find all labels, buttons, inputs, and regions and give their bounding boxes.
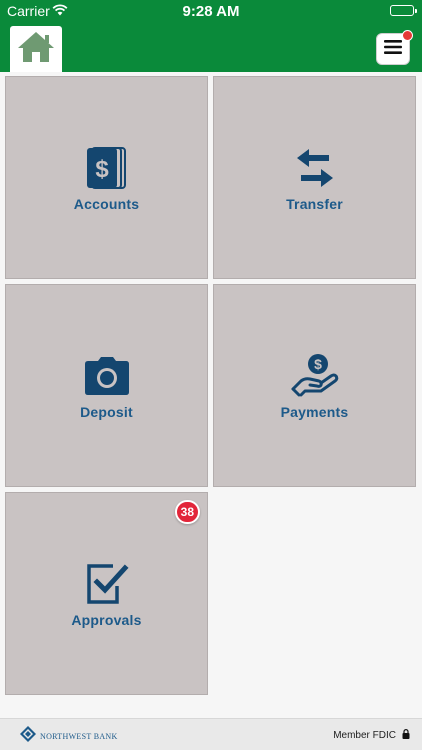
transfer-label: Transfer xyxy=(286,195,343,212)
checkbox-approval-icon xyxy=(83,560,131,608)
hamburger-menu-icon xyxy=(384,39,402,60)
app-header: Carrier 9:28 AM xyxy=(0,0,422,72)
menu-button[interactable] xyxy=(376,30,413,65)
accounts-label: Accounts xyxy=(73,195,140,212)
accounts-dollar-cards-icon: $ xyxy=(83,144,131,192)
fdic-label: Member FDIC xyxy=(333,730,396,741)
status-time: 9:28 AM xyxy=(182,3,240,20)
deposit-label: Deposit xyxy=(80,403,133,420)
transfer-tile[interactable]: Transfer xyxy=(213,76,416,279)
footer: NORTHWEST BANK Member FDIC xyxy=(0,718,422,750)
payments-label: Payments xyxy=(280,403,349,420)
home-icon xyxy=(16,30,56,69)
transfer-arrows-icon xyxy=(291,144,339,192)
approvals-count-badge: 38 xyxy=(174,500,200,524)
status-bar: Carrier 9:28 AM xyxy=(0,0,422,22)
battery-icon xyxy=(390,5,417,16)
northwest-bank-logo-icon xyxy=(20,726,36,747)
approvals-label: Approvals xyxy=(71,611,142,628)
hand-dollar-icon: $ xyxy=(291,352,339,400)
svg-text:$: $ xyxy=(95,156,109,183)
notification-dot xyxy=(402,30,413,41)
deposit-tile[interactable]: Deposit xyxy=(5,284,208,487)
svg-text:$: $ xyxy=(314,356,322,372)
bank-logo: NORTHWEST BANK xyxy=(20,726,118,747)
home-button[interactable] xyxy=(10,26,62,72)
lock-icon xyxy=(402,729,410,742)
camera-icon xyxy=(83,352,131,400)
bank-name: NORTHWEST BANK xyxy=(40,732,118,741)
approvals-tile[interactable]: 38 Approvals xyxy=(5,492,208,695)
accounts-tile[interactable]: $ Accounts xyxy=(5,76,208,279)
member-fdic: Member FDIC xyxy=(333,729,410,742)
payments-tile[interactable]: $ Payments xyxy=(213,284,416,487)
